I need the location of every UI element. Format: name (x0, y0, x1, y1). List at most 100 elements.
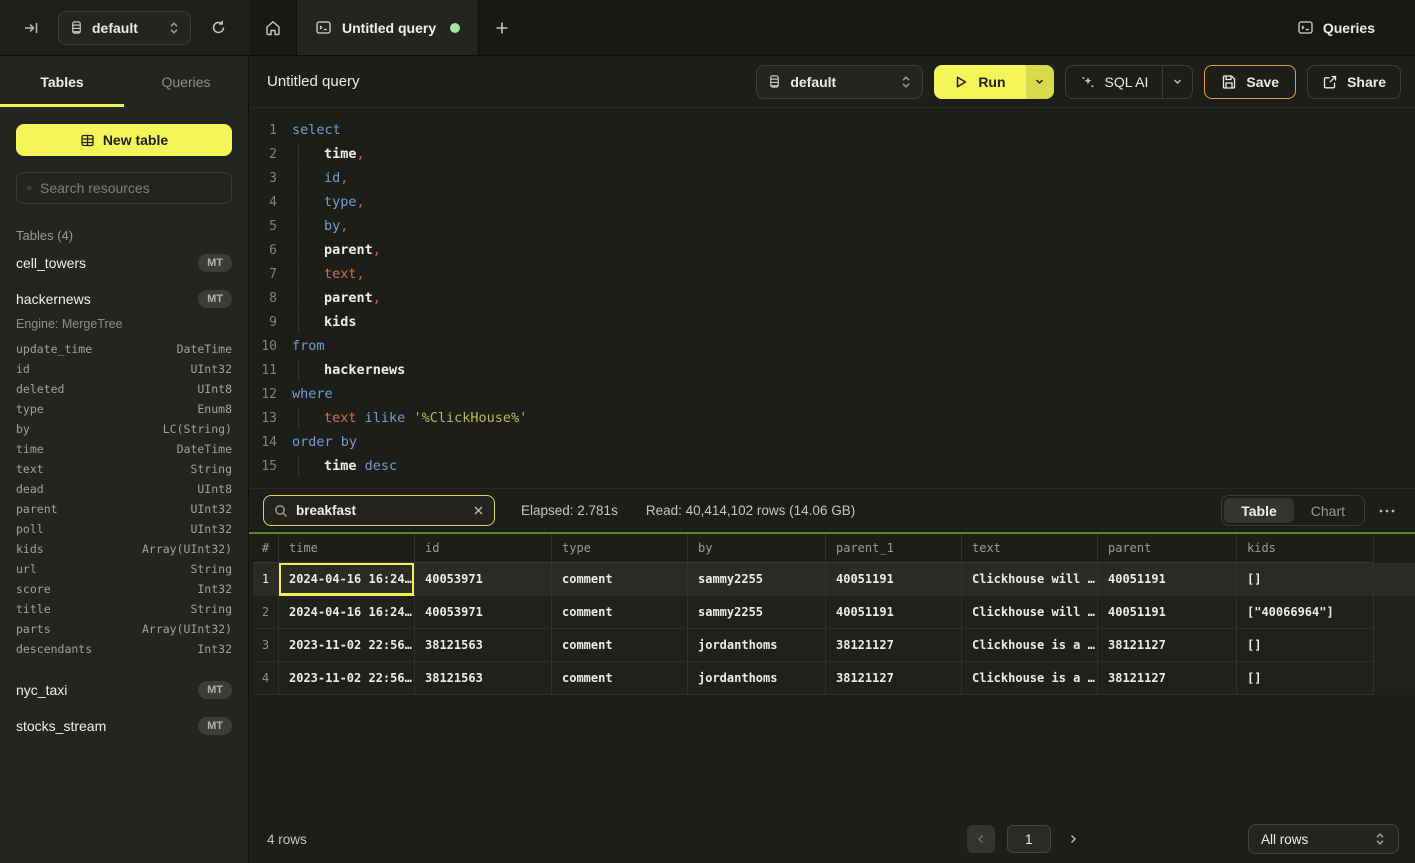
editor-line[interactable]: 9kids (249, 310, 1415, 334)
column-header[interactable]: by (688, 534, 826, 563)
column-row[interactable]: urlString (16, 559, 232, 579)
table-item-nyc-taxi[interactable]: nyc_taxi MT (16, 673, 232, 706)
table-row[interactable]: 22024-04-16 16:24…40053971commentsammy22… (253, 596, 1415, 629)
editor-line[interactable]: 13text ilike '%ClickHouse%' (249, 406, 1415, 430)
column-header[interactable]: type (552, 534, 688, 563)
table-cell[interactable]: jordanthoms (688, 629, 826, 662)
column-header[interactable]: # (253, 534, 279, 563)
table-cell[interactable]: 40053971 (415, 596, 552, 629)
run-options-button[interactable] (1026, 65, 1054, 99)
column-header[interactable]: text (962, 534, 1098, 563)
view-toggle-chart[interactable]: Chart (1294, 498, 1362, 523)
column-row[interactable]: deletedUInt8 (16, 379, 232, 399)
editor-line[interactable]: 10from (249, 334, 1415, 358)
table-item-hackernews[interactable]: hackernews MT (16, 282, 232, 315)
table-cell[interactable]: 2023-11-02 22:56… (279, 662, 415, 695)
table-cell[interactable]: comment (552, 662, 688, 695)
table-cell[interactable]: 38121127 (1098, 629, 1237, 662)
table-row[interactable]: 32023-11-02 22:56…38121563commentjordant… (253, 629, 1415, 662)
new-table-button[interactable]: New table (16, 124, 232, 156)
column-header[interactable]: kids (1237, 534, 1374, 563)
table-cell[interactable]: 2023-11-02 22:56… (279, 629, 415, 662)
view-toggle-table[interactable]: Table (1224, 498, 1294, 523)
page-size-selector[interactable]: All rows (1248, 824, 1399, 854)
save-button[interactable]: Save (1204, 65, 1296, 99)
column-row[interactable]: pollUInt32 (16, 519, 232, 539)
table-cell[interactable]: Clickhouse is a … (962, 662, 1098, 695)
column-row[interactable]: partsArray(UInt32) (16, 619, 232, 639)
sql-editor[interactable]: 1select2time,3id,4type,5by,6parent,7text… (249, 108, 1415, 488)
column-row[interactable]: scoreInt32 (16, 579, 232, 599)
table-cell[interactable]: 38121563 (415, 662, 552, 695)
editor-line[interactable]: 7text, (249, 262, 1415, 286)
table-cell[interactable]: 40051191 (826, 596, 962, 629)
editor-line[interactable]: 14order by (249, 430, 1415, 454)
clear-search-button[interactable] (473, 505, 484, 516)
table-row[interactable]: 42023-11-02 22:56…38121563commentjordant… (253, 662, 1415, 695)
table-cell[interactable]: Clickhouse is a … (962, 629, 1098, 662)
column-header[interactable]: parent_1 (826, 534, 962, 563)
table-cell[interactable]: Clickhouse will … (962, 563, 1098, 596)
table-cell[interactable]: comment (552, 596, 688, 629)
table-row[interactable]: 12024-04-16 16:24…40053971commentsammy22… (253, 563, 1415, 596)
table-cell[interactable]: sammy2255 (688, 596, 826, 629)
collapse-sidebar-button[interactable] (16, 13, 46, 43)
editor-line[interactable]: 4type, (249, 190, 1415, 214)
queries-button[interactable]: Queries (1297, 19, 1375, 36)
column-row[interactable]: update_timeDateTime (16, 339, 232, 359)
table-cell[interactable]: comment (552, 629, 688, 662)
results-search-input[interactable] (296, 503, 465, 518)
column-header[interactable]: time (279, 534, 415, 563)
column-row[interactable]: descendantsInt32 (16, 639, 232, 659)
results-more-button[interactable] (1373, 497, 1401, 525)
editor-line[interactable]: 3id, (249, 166, 1415, 190)
column-row[interactable]: timeDateTime (16, 439, 232, 459)
tab-untitled-query[interactable]: Untitled query (296, 0, 479, 55)
sidebar-tab-tables[interactable]: Tables (0, 56, 124, 107)
new-tab-button[interactable] (479, 0, 525, 55)
editor-line[interactable]: 6parent, (249, 238, 1415, 262)
table-cell[interactable]: 40051191 (1098, 563, 1237, 596)
sidebar-tab-queries[interactable]: Queries (124, 56, 248, 107)
column-row[interactable]: textString (16, 459, 232, 479)
editor-line[interactable]: 5by, (249, 214, 1415, 238)
refresh-button[interactable] (203, 13, 233, 43)
table-cell[interactable]: 38121563 (415, 629, 552, 662)
table-cell[interactable]: [] (1237, 563, 1374, 596)
table-cell[interactable]: 40051191 (1098, 596, 1237, 629)
database-selector[interactable]: default (58, 11, 191, 45)
column-row[interactable]: kidsArray(UInt32) (16, 539, 232, 559)
prev-page-button[interactable] (967, 825, 995, 853)
column-row[interactable]: byLC(String) (16, 419, 232, 439)
column-row[interactable]: parentUInt32 (16, 499, 232, 519)
column-header[interactable]: parent (1098, 534, 1237, 563)
next-page-button[interactable] (1063, 825, 1083, 853)
sql-ai-options-button[interactable] (1162, 66, 1192, 98)
editor-line[interactable]: 8parent, (249, 286, 1415, 310)
table-cell[interactable]: comment (552, 563, 688, 596)
table-cell[interactable]: Clickhouse will … (962, 596, 1098, 629)
table-cell[interactable]: 38121127 (826, 629, 962, 662)
page-number-input[interactable] (1007, 825, 1051, 853)
share-button[interactable]: Share (1307, 65, 1401, 99)
resource-search-input[interactable] (40, 180, 221, 196)
table-cell[interactable]: ["40066964"] (1237, 596, 1374, 629)
table-cell[interactable]: 2024-04-16 16:24… (279, 563, 415, 596)
column-row[interactable]: typeEnum8 (16, 399, 232, 419)
editor-line[interactable]: 1select (249, 118, 1415, 142)
column-header[interactable]: id (415, 534, 552, 563)
query-database-selector[interactable]: default (756, 65, 923, 99)
table-cell[interactable]: 38121127 (1098, 662, 1237, 695)
table-cell[interactable]: jordanthoms (688, 662, 826, 695)
table-cell[interactable]: 2024-04-16 16:24… (279, 596, 415, 629)
editor-line[interactable]: 12where (249, 382, 1415, 406)
table-cell[interactable]: [] (1237, 662, 1374, 695)
table-item-cell-towers[interactable]: cell_towers MT (16, 246, 232, 279)
table-item-stocks-stream[interactable]: stocks_stream MT (16, 709, 232, 742)
table-cell[interactable]: 40051191 (826, 563, 962, 596)
table-cell[interactable]: sammy2255 (688, 563, 826, 596)
editor-line[interactable]: 11hackernews (249, 358, 1415, 382)
home-tab[interactable] (249, 0, 296, 55)
sql-ai-button[interactable]: SQL AI (1066, 66, 1163, 98)
editor-line[interactable]: 2time, (249, 142, 1415, 166)
